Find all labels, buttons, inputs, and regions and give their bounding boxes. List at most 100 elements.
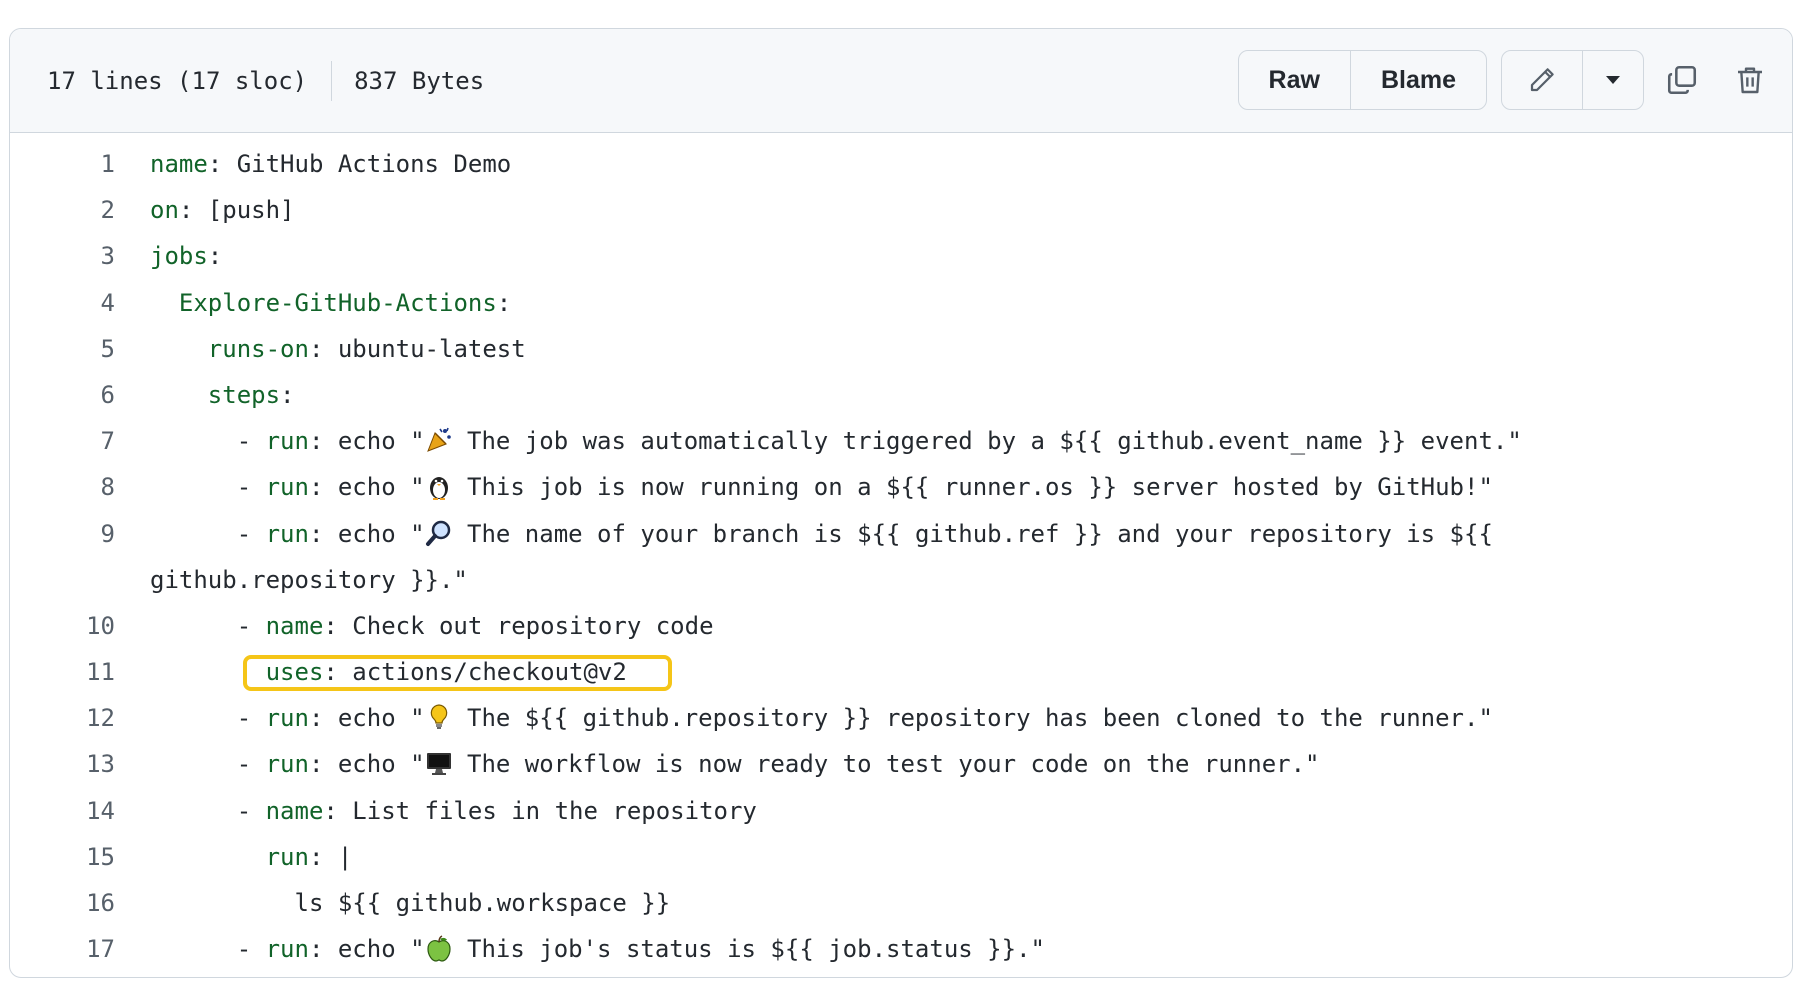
yaml-key: steps <box>207 380 281 409</box>
raw-button[interactable]: Raw <box>1239 51 1350 109</box>
triangle-down-icon <box>1605 75 1621 85</box>
yaml-key: runs-on <box>207 334 309 363</box>
line-number[interactable]: 12 <box>10 695 115 741</box>
indent: - <box>150 750 266 779</box>
code-line: 8 - run: echo " This job is now running … <box>10 464 1792 510</box>
file-header: 17 lines (17 sloc) 837 Bytes Raw Blame <box>10 29 1792 133</box>
yaml-value: : <box>496 288 512 317</box>
yaml-value: : echo " <box>308 704 425 733</box>
yaml-value: This job's status is ${{ job.status }}." <box>452 935 1045 964</box>
yaml-key: name <box>265 796 324 825</box>
file-info: 17 lines (17 sloc) 837 Bytes <box>47 29 484 133</box>
trash-icon <box>1734 64 1766 96</box>
indent: - <box>150 519 266 548</box>
yaml-key: run <box>265 473 309 502</box>
line-content: - run: echo " The workflow is now ready … <box>150 741 1320 787</box>
line-number[interactable]: 11 <box>10 649 115 695</box>
yaml-key: run <box>265 704 309 733</box>
line-number[interactable]: 13 <box>10 741 115 787</box>
code-line: 10 - name: Check out repository code <box>10 603 1792 649</box>
line-content: - run: echo " This job is now running on… <box>150 464 1493 510</box>
yaml-value: This job is now running on a ${{ runner.… <box>452 473 1493 502</box>
magnifier-icon <box>425 519 453 547</box>
code-line: 13 - run: echo " The workflow is now rea… <box>10 741 1792 787</box>
indent: - <box>150 427 266 456</box>
line-content: run: | <box>150 834 353 880</box>
line-number[interactable]: 9 <box>10 511 115 557</box>
yaml-key: name <box>265 611 324 640</box>
yaml-value: : echo " <box>308 935 425 964</box>
indent: - <box>150 796 266 825</box>
yaml-value: : echo " <box>308 427 425 456</box>
edit-button[interactable] <box>1502 51 1582 109</box>
yaml-key: run <box>265 842 309 871</box>
code-line: 17 - run: echo " This job's status is ${… <box>10 926 1792 972</box>
line-content: runs-on: ubuntu-latest <box>150 326 526 372</box>
line-content: - run: echo " This job's status is ${{ j… <box>150 926 1045 972</box>
line-number[interactable]: 1 <box>10 141 115 187</box>
line-content: - run: echo " The job was automatically … <box>150 418 1522 464</box>
view-button-group: Raw Blame <box>1237 50 1487 110</box>
code-line: 15 run: | <box>10 834 1792 880</box>
line-number[interactable]: 7 <box>10 418 115 464</box>
line-number[interactable]: 14 <box>10 788 115 834</box>
indent: - <box>150 611 266 640</box>
line-number[interactable]: 4 <box>10 280 115 326</box>
yaml-key: run <box>265 519 309 548</box>
code-line: 2 on: [push] <box>10 187 1792 233</box>
indent: - <box>150 935 266 964</box>
edit-dropdown-button[interactable] <box>1582 51 1643 109</box>
file-size: 837 Bytes <box>354 67 485 95</box>
copy-button[interactable] <box>1652 50 1712 110</box>
code-line: 5 runs-on: ubuntu-latest <box>10 326 1792 372</box>
line-content: - run: echo " The name of your branch is… <box>150 511 1580 603</box>
line-content: - name: Check out repository code <box>150 603 714 649</box>
yaml-key: Explore-GitHub-Actions <box>178 288 497 317</box>
light-bulb-icon <box>425 703 453 731</box>
yaml-value: : echo " <box>308 519 425 548</box>
line-content: ls ${{ github.workspace }} <box>150 880 671 926</box>
divider <box>331 61 333 101</box>
line-number[interactable]: 15 <box>10 834 115 880</box>
yaml-value: : | <box>308 842 353 871</box>
line-content: - name: List files in the repository <box>150 788 757 834</box>
line-content: name: GitHub Actions Demo <box>150 141 511 187</box>
line-number[interactable]: 6 <box>10 372 115 418</box>
yaml-value: : Check out repository code <box>323 611 714 640</box>
penguin-icon <box>425 472 453 501</box>
yaml-value: : GitHub Actions Demo <box>207 150 512 178</box>
pencil-icon <box>1527 65 1557 95</box>
line-number[interactable]: 16 <box>10 880 115 926</box>
yaml-value: : <box>280 380 295 409</box>
yaml-key: name <box>150 150 208 178</box>
yaml-value: : ubuntu-latest <box>308 334 526 363</box>
line-number[interactable]: 8 <box>10 464 115 510</box>
line-number[interactable]: 2 <box>10 187 115 233</box>
copy-icon <box>1665 63 1699 97</box>
line-number[interactable]: 17 <box>10 926 115 972</box>
line-content: steps: <box>150 372 295 418</box>
file-viewer: 17 lines (17 sloc) 837 Bytes Raw Blame 1… <box>9 28 1793 978</box>
code-line: 4 Explore-GitHub-Actions: <box>10 280 1792 326</box>
line-number[interactable]: 10 <box>10 603 115 649</box>
desktop-computer-icon <box>425 749 453 777</box>
green-apple-icon <box>425 934 453 962</box>
highlight-annotation <box>243 655 672 691</box>
code-line: 16 ls ${{ github.workspace }} <box>10 880 1792 926</box>
edit-button-group <box>1501 50 1644 110</box>
yaml-value: : [push] <box>178 196 295 225</box>
party-popper-icon <box>425 426 453 454</box>
line-content: Explore-GitHub-Actions: <box>150 280 511 326</box>
blame-button[interactable]: Blame <box>1349 51 1486 109</box>
line-number[interactable]: 3 <box>10 233 115 279</box>
line-number[interactable]: 5 <box>10 326 115 372</box>
yaml-value: : echo " <box>308 473 425 502</box>
delete-button[interactable] <box>1720 50 1780 110</box>
indent: - <box>150 473 266 502</box>
yaml-value: : List files in the repository <box>323 796 757 825</box>
yaml-key: run <box>265 427 309 456</box>
code-line: 7 - run: echo " The job was automaticall… <box>10 418 1792 464</box>
